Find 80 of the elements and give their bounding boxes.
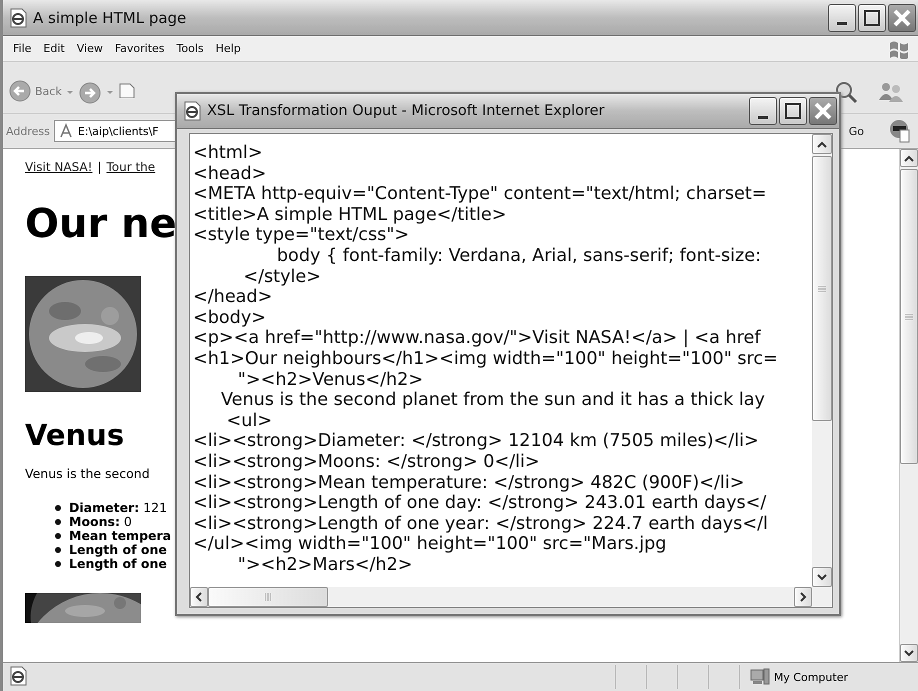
- code-line: <li><strong>Length of one year: </strong> 224.7 earth days</l: [193, 514, 768, 534]
- link[interactable]: Tour the: [106, 160, 156, 174]
- list-item: Diameter: 121: [69, 501, 168, 515]
- list-item: Length of one: [69, 557, 167, 571]
- bullet: [55, 533, 61, 539]
- maximize-button[interactable]: [779, 97, 807, 125]
- code-line: "><h2>Mars</h2>: [236, 554, 413, 576]
- maximize-icon: [863, 8, 881, 26]
- minimize-icon: [837, 22, 847, 25]
- minimize-button[interactable]: [828, 4, 856, 32]
- window-title: XSL Transformation Ouput - Microsoft Internet Explorer: [207, 103, 606, 119]
- menu-item[interactable]: Favorites: [108, 40, 171, 57]
- menu-item[interactable]: Edit: [37, 40, 71, 57]
- close-icon: [892, 8, 912, 28]
- address-label: Address: [6, 124, 50, 138]
- minimize-icon: [758, 116, 768, 118]
- status-text: My Computer: [774, 670, 848, 684]
- section-heading: Venus: [25, 418, 124, 452]
- list-item: Mean tempera: [69, 529, 172, 543]
- code-line: <li><strong>Mean temperature: </strong> 482C (900F)</li>: [193, 472, 744, 494]
- grip-icon: [905, 314, 913, 320]
- bullet: [55, 519, 61, 525]
- grip-icon: [265, 593, 271, 601]
- close-icon: [813, 101, 833, 121]
- code-line: <h1>Our neighbours</h1><img width="100" height="100" src=: [193, 348, 778, 370]
- code-line: <p><a href="http://www.nasa.gov/">Visit NASA!</a> | <a href: [193, 328, 761, 349]
- code-line: <ul>: [226, 410, 272, 432]
- document-icon: [118, 82, 136, 98]
- code-line: <li><strong>Moons: </strong> 0</li>: [193, 452, 540, 472]
- window-title: A simple HTML page: [33, 8, 188, 26]
- grip-icon: [818, 286, 826, 292]
- back-button[interactable]: Back: [9, 80, 62, 102]
- globe-icon: [888, 118, 912, 144]
- scroll-left-button[interactable]: [190, 587, 208, 607]
- code-line: <li><strong>Diameter: </strong> 12104 km (7505 miles)</li>: [193, 431, 759, 452]
- scrollbar-thumb[interactable]: [208, 587, 328, 607]
- link[interactable]: Visit NASA!: [25, 160, 92, 174]
- menu-item[interactable]: Tools: [170, 40, 210, 57]
- close-button[interactable]: [809, 97, 837, 125]
- code-line: </style>: [242, 266, 321, 288]
- code-line: <style type="text/css">: [193, 225, 410, 246]
- dropdown-icon: [66, 90, 74, 95]
- code-line: <head>: [193, 164, 266, 184]
- scroll-right-button[interactable]: [794, 587, 812, 607]
- menu-item[interactable]: Help: [210, 40, 247, 57]
- bullet: [55, 561, 61, 567]
- forward-icon: [78, 82, 102, 104]
- code-line: <html>: [193, 143, 263, 164]
- code-line: </ul><img width="100" height="100" src="Mars.jpg: [193, 534, 666, 555]
- list-item: Moons: 0: [69, 515, 132, 529]
- menu-item[interactable]: View: [70, 40, 109, 57]
- scroll-down-button[interactable]: [900, 644, 918, 662]
- scrollbar-thumb[interactable]: [812, 156, 832, 421]
- maximize-button[interactable]: [858, 4, 886, 32]
- scroll-up-button[interactable]: [812, 134, 832, 154]
- code-line: <body>: [193, 308, 266, 328]
- go-button[interactable]: Go: [848, 124, 864, 138]
- scrollbar-thumb[interactable]: [900, 169, 918, 464]
- scroll-down-button[interactable]: [812, 567, 832, 587]
- bullet: [55, 547, 61, 553]
- close-button[interactable]: [888, 4, 916, 32]
- flag-icon: [888, 38, 910, 58]
- dropdown-icon: [106, 90, 114, 95]
- code-line: </head>: [193, 287, 272, 308]
- code-line: Venus is the second planet from the sun and it has a thick lay: [220, 390, 765, 411]
- bullet: [55, 505, 61, 511]
- page-heading: Our ne: [25, 200, 177, 248]
- code-line: "><h2>Venus</h2>: [236, 370, 424, 390]
- minimize-button[interactable]: [749, 97, 777, 125]
- code-line: body { font-family: Verdana, Arial, sans-serif; font-size:: [276, 246, 762, 267]
- list-item: Length of one: [69, 543, 167, 557]
- computer-icon: [750, 668, 770, 686]
- code-line: <title>A simple HTML page</title>: [193, 204, 506, 226]
- maximize-icon: [784, 102, 802, 120]
- scroll-up-button[interactable]: [900, 149, 918, 167]
- separator: |: [97, 160, 102, 174]
- paragraph: Venus is the second: [25, 466, 150, 481]
- menu-item[interactable]: File: [7, 40, 38, 57]
- code-line: <META http-equiv="Content-Type" content="text/html; charset=: [193, 184, 766, 205]
- code-line: <li><strong>Length of one day: </strong> 243.01 earth days</: [193, 493, 766, 514]
